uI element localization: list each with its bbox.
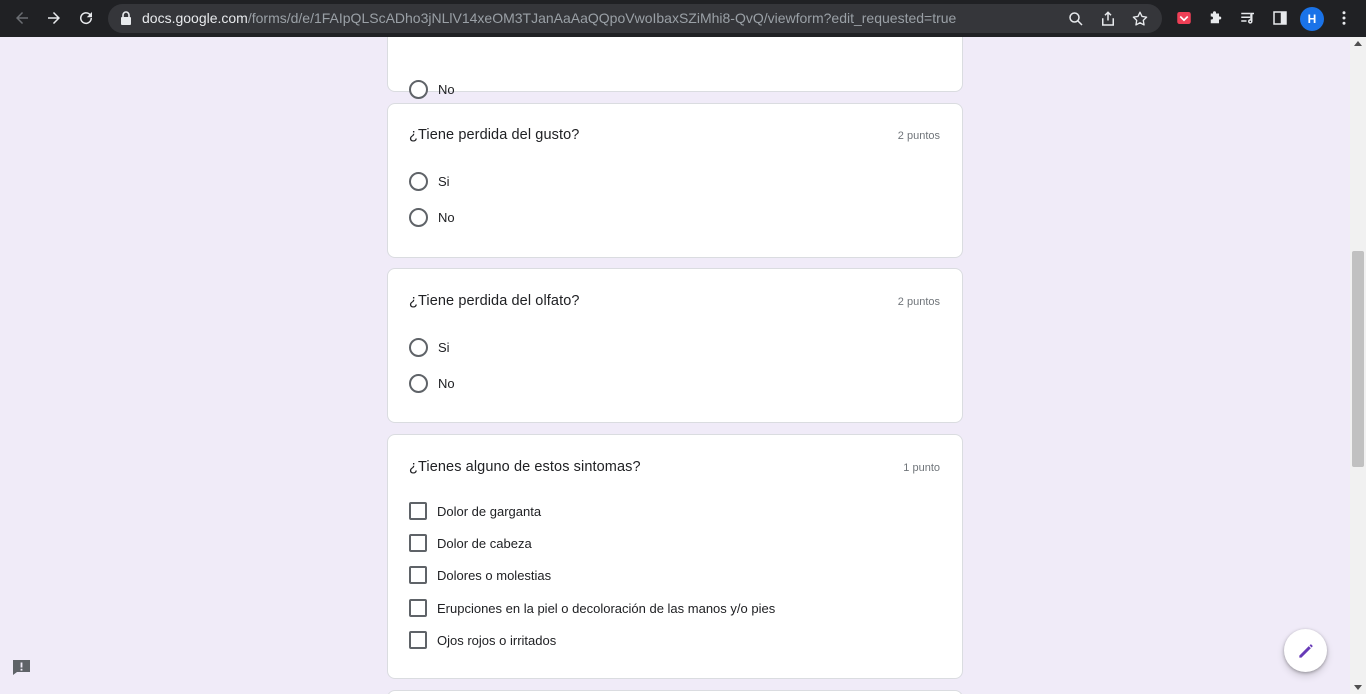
radio-option[interactable]: No <box>409 372 455 394</box>
media-control-button[interactable] <box>1232 2 1264 34</box>
scroll-down-arrow-icon[interactable] <box>1354 685 1362 690</box>
question-title: ¿Tienes alguno de estos sintomas? <box>409 459 641 475</box>
option-label: No <box>438 375 455 391</box>
checkbox-option[interactable]: Dolor de cabeza <box>409 532 532 554</box>
magnifier-icon <box>1069 11 1083 26</box>
option-label: Si <box>438 173 450 189</box>
checkbox-option[interactable]: Ojos rojos o irritados <box>409 629 556 651</box>
edit-button[interactable] <box>1284 629 1327 672</box>
arrow-right-icon <box>48 12 60 24</box>
side-panel-icon <box>1273 11 1287 25</box>
feedback-icon[interactable] <box>12 659 31 676</box>
question-title: ¿Tiene perdida del gusto? <box>409 127 580 143</box>
option-label: Si <box>438 339 450 355</box>
scroll-up-arrow-icon[interactable] <box>1354 41 1362 46</box>
radio-option[interactable]: Si <box>409 336 450 358</box>
radio-button[interactable] <box>409 373 428 393</box>
checkbox-option[interactable]: Erupciones en la piel o decoloración de … <box>409 597 775 619</box>
question-title: ¿Tiene perdida del olfato? <box>409 293 580 309</box>
option-label: Dolor de cabeza <box>437 535 532 551</box>
profile-avatar[interactable]: H <box>1300 7 1324 31</box>
checkbox[interactable] <box>409 599 427 617</box>
share-button[interactable] <box>1092 4 1124 33</box>
pencil-icon <box>1298 643 1313 658</box>
radio-option[interactable]: No <box>409 78 455 100</box>
address-bar[interactable]: docs.google.com/forms/d/e/1FAIpQLScADho3… <box>108 4 1162 33</box>
radio-option[interactable]: No <box>409 206 455 228</box>
radio-option[interactable]: Si <box>409 170 450 192</box>
bookmark-button[interactable] <box>1124 4 1156 33</box>
question-card-partial: No <box>387 37 963 99</box>
puzzle-icon <box>1210 11 1222 24</box>
star-icon <box>1132 11 1148 26</box>
reload-icon <box>80 12 93 25</box>
question-card: ¿Tiene perdida del gusto? 2 puntos Si No <box>387 103 963 258</box>
option-label: Dolor de garganta <box>437 503 542 519</box>
question-points: 1 punto <box>903 462 940 474</box>
url-path: /forms/d/e/1FAIpQLScADho3jNLlV14xeOM3TJa… <box>247 10 957 26</box>
checkbox[interactable] <box>409 502 427 520</box>
browser-toolbar: docs.google.com/forms/d/e/1FAIpQLScADho3… <box>0 0 1366 37</box>
zoom-button[interactable] <box>1060 4 1092 33</box>
checkbox[interactable] <box>409 534 427 552</box>
page-scrollbar[interactable] <box>1350 37 1366 694</box>
url-host: docs.google.com <box>142 10 248 26</box>
scrollbar-thumb[interactable] <box>1352 251 1364 467</box>
radio-button[interactable] <box>409 79 428 99</box>
share-icon <box>1102 10 1114 26</box>
question-card: ¿Tienes alguno de estos sintomas? 1 punt… <box>387 434 963 679</box>
extensions-button[interactable] <box>1200 2 1232 34</box>
playlist-icon <box>1241 12 1254 24</box>
option-label: Erupciones en la piel o decoloración de … <box>437 600 776 616</box>
url-text[interactable]: docs.google.com/forms/d/e/1FAIpQLScADho3… <box>142 10 956 27</box>
question-card: ¿Tiene perdida del olfato? 2 puntos Si N… <box>387 268 963 423</box>
form-page: No ¿Tiene perdida del gusto? 2 puntos Si… <box>0 37 1350 694</box>
checkbox[interactable] <box>409 631 427 649</box>
checkbox[interactable] <box>409 566 427 584</box>
pocket-icon <box>1177 12 1191 24</box>
radio-button[interactable] <box>409 337 428 357</box>
more-vertical-icon <box>1342 11 1346 25</box>
extension-pocket-button[interactable] <box>1168 2 1200 34</box>
back-button[interactable] <box>6 2 38 34</box>
question-points: 2 puntos <box>897 130 940 142</box>
radio-button[interactable] <box>409 207 428 227</box>
question-card-partial <box>387 690 963 694</box>
checkbox-option[interactable]: Dolores o molestias <box>409 564 551 586</box>
menu-button[interactable] <box>1328 2 1360 34</box>
forward-button[interactable] <box>38 2 70 34</box>
checkbox-option[interactable]: Dolor de garganta <box>409 500 541 522</box>
option-label: Dolores o molestias <box>437 567 552 583</box>
question-points: 2 puntos <box>897 296 940 308</box>
reload-button[interactable] <box>70 2 102 34</box>
side-panel-button[interactable] <box>1264 2 1296 34</box>
option-label: Ojos rojos o irritados <box>437 632 557 648</box>
lock-icon <box>121 11 131 25</box>
option-label: No <box>438 81 455 97</box>
option-label: No <box>438 209 455 225</box>
arrow-left-icon <box>16 12 28 24</box>
radio-button[interactable] <box>409 171 428 191</box>
